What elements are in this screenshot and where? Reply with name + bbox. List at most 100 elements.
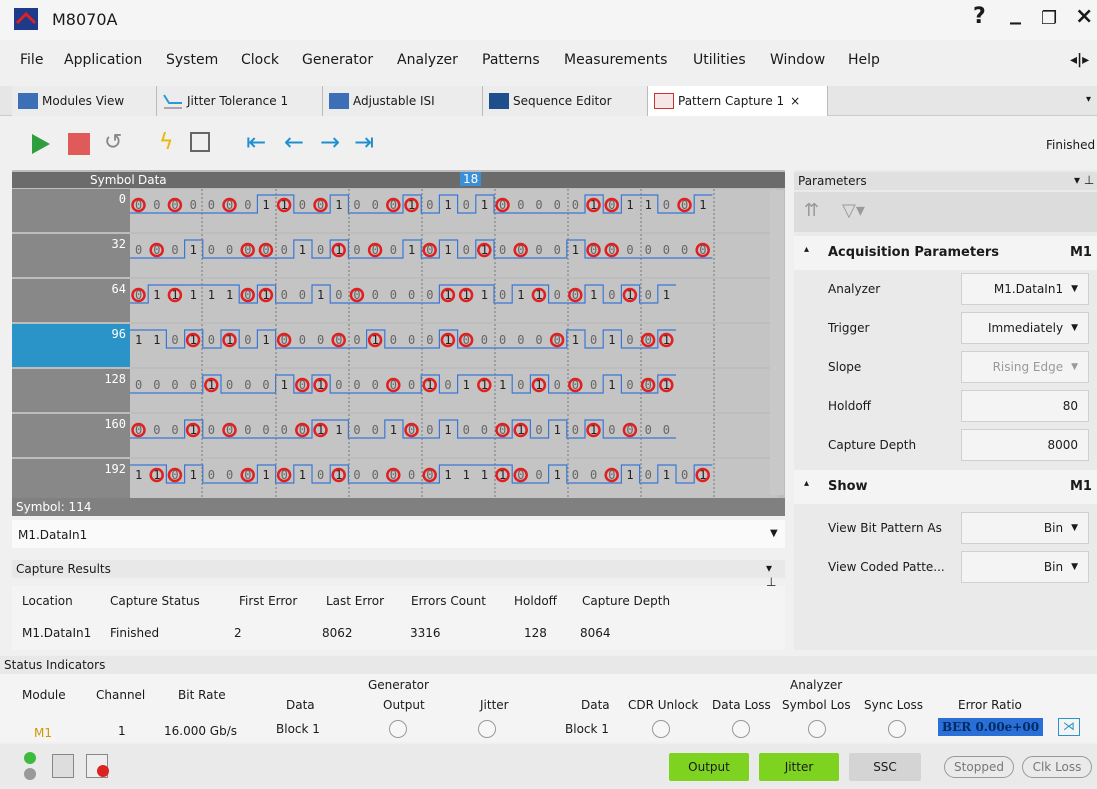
- menu-utilities[interactable]: Utilities: [693, 52, 746, 68]
- help-button[interactable]: ?: [973, 4, 986, 29]
- prev-icon[interactable]: ←: [284, 128, 304, 156]
- tab-adjustable-isi[interactable]: Adjustable ISI: [323, 86, 483, 116]
- undo-icon[interactable]: ↺: [104, 130, 122, 155]
- coded-pattern-dropdown[interactable]: Bin ▼: [961, 551, 1089, 583]
- output-button[interactable]: Output: [669, 753, 749, 781]
- row-symbol-label[interactable]: 32: [12, 234, 130, 277]
- stop-icon[interactable]: [68, 133, 90, 155]
- play-icon[interactable]: [30, 132, 52, 156]
- col-last-error: Last Error: [326, 594, 385, 608]
- modules-icon: [18, 93, 38, 109]
- row-symbol-label[interactable]: 96: [12, 324, 130, 367]
- menu-application[interactable]: Application: [64, 52, 142, 68]
- slope-row: Slope Rising Edge ▼: [794, 348, 1097, 386]
- pin-icon[interactable]: ▾ ⊥: [766, 561, 785, 589]
- bit-pattern-dropdown[interactable]: Bin ▼: [961, 512, 1089, 544]
- acquisition-section-header[interactable]: ▴ Acquisition Parameters M1: [794, 236, 1097, 270]
- bit-value: 0: [626, 333, 633, 347]
- slope-dropdown: Rising Edge ▼: [961, 351, 1089, 383]
- first-icon[interactable]: ⇤: [246, 128, 266, 156]
- status-indicators-table: Module Channel Bit Rate Generator Data O…: [0, 674, 1097, 742]
- bit-waveform: 000100000011001001000101010000: [130, 414, 715, 457]
- clk-loss-indicator: Clk Loss: [1022, 756, 1092, 778]
- menu-generator[interactable]: Generator: [302, 52, 373, 68]
- bit-value: 0: [390, 243, 397, 257]
- bit-value: 0: [262, 378, 269, 392]
- trigger-dropdown[interactable]: Immediately ▼: [961, 312, 1089, 344]
- split-icon[interactable]: ◂|▸: [1070, 52, 1089, 68]
- menu-analyzer[interactable]: Analyzer: [397, 52, 458, 68]
- menu-patterns[interactable]: Patterns: [482, 52, 540, 68]
- eye-icon[interactable]: ⋊: [1058, 718, 1080, 736]
- bit-value: 0: [663, 243, 670, 257]
- row-symbol-label[interactable]: 0: [12, 189, 130, 232]
- lightning-icon[interactable]: ϟ: [159, 130, 174, 155]
- channel-selector[interactable]: M1.DataIn1 ▼: [12, 520, 785, 548]
- bit-value: 0: [408, 288, 415, 302]
- menu-window[interactable]: Window: [770, 52, 825, 68]
- menu-measurements[interactable]: Measurements: [564, 52, 667, 68]
- pattern-row: 000010001010000010111010001001: [130, 369, 778, 412]
- last-icon[interactable]: ⇥: [354, 128, 374, 156]
- menu-clock[interactable]: Clock: [241, 52, 279, 68]
- menu-help[interactable]: Help: [848, 52, 880, 68]
- grid-scrollbar[interactable]: [770, 190, 784, 495]
- row-symbol-label[interactable]: 192: [12, 459, 130, 502]
- report-icon[interactable]: [52, 754, 74, 778]
- bit-value: 0: [444, 378, 451, 392]
- bit-waveform: 000010001010000010111010001001: [130, 369, 715, 412]
- bit-value: 0: [244, 378, 251, 392]
- capture-depth-input[interactable]: 8000: [961, 429, 1089, 461]
- parameters-header: Parameters ▾ ⊥: [794, 172, 1097, 190]
- save-icon[interactable]: [190, 132, 210, 152]
- ssc-button[interactable]: SSC: [849, 753, 921, 781]
- pin-icon[interactable]: ▾ ⊥: [1074, 173, 1094, 187]
- row-symbol-label[interactable]: 64: [12, 279, 130, 322]
- tab-modules-view[interactable]: Modules View: [12, 86, 157, 116]
- analyzer-dropdown[interactable]: M1.DataIn1 ▼: [961, 273, 1089, 305]
- jitter-button[interactable]: Jitter: [759, 753, 839, 781]
- next-icon[interactable]: →: [320, 128, 340, 156]
- tab-jitter-tolerance[interactable]: Jitter Tolerance 1: [157, 86, 323, 116]
- tab-sequence-editor[interactable]: Sequence Editor: [483, 86, 648, 116]
- collapse-icon[interactable]: ▴: [804, 244, 809, 255]
- close-button[interactable]: ×: [1075, 4, 1093, 29]
- menu-system[interactable]: System: [166, 52, 218, 68]
- bit-value: 1: [444, 243, 451, 257]
- bit-value: 0: [244, 333, 251, 347]
- row-symbol-label[interactable]: 160: [12, 414, 130, 457]
- bit-value: 0: [426, 288, 433, 302]
- row-symbol-label[interactable]: 128: [12, 369, 130, 412]
- ber-badge[interactable]: BER 0.00e+00: [938, 718, 1044, 736]
- menu-bar: File Application System Clock Generator …: [0, 52, 1097, 78]
- app-logo-icon: [14, 8, 38, 30]
- bit-value: 1: [663, 468, 670, 482]
- show-section-header[interactable]: ▴ Show M1: [794, 470, 1097, 504]
- tab-overflow-icon[interactable]: ▾: [1086, 94, 1091, 105]
- jitter-chart-icon: [163, 94, 182, 109]
- collapse-icon[interactable]: ▴: [804, 478, 809, 489]
- data-loss-indicator: [732, 720, 750, 738]
- bit-value: 0: [645, 423, 652, 437]
- col-errors-count: Errors Count: [411, 594, 486, 608]
- holdoff-input[interactable]: 80: [961, 390, 1089, 422]
- remote-disconnected-icon[interactable]: [86, 754, 109, 778]
- bit-waveform: 110101010000010001000000101001: [130, 324, 715, 367]
- close-tab-icon[interactable]: ×: [790, 94, 800, 108]
- bit-waveform: 11010001010100000111100100010101: [130, 459, 715, 502]
- tab-pattern-capture[interactable]: Pattern Capture 1 ×: [648, 86, 828, 116]
- bit-value: 1: [572, 333, 579, 347]
- filter-icon[interactable]: ▽▾: [842, 200, 865, 221]
- restore-button[interactable]: ❐: [1041, 8, 1057, 29]
- bit-value: 0: [299, 198, 306, 212]
- cdr-unlock-indicator: [652, 720, 670, 738]
- bit-value: 0: [681, 243, 688, 257]
- bit-value: 0: [590, 468, 597, 482]
- minimize-button[interactable]: _: [1010, 0, 1021, 25]
- collapse-all-icon[interactable]: ⇈: [804, 200, 819, 221]
- bit-value: 0: [554, 243, 561, 257]
- gen-output-indicator: [389, 720, 407, 738]
- bit-value: 0: [554, 198, 561, 212]
- bit-value: 0: [645, 468, 652, 482]
- menu-file[interactable]: File: [20, 52, 43, 68]
